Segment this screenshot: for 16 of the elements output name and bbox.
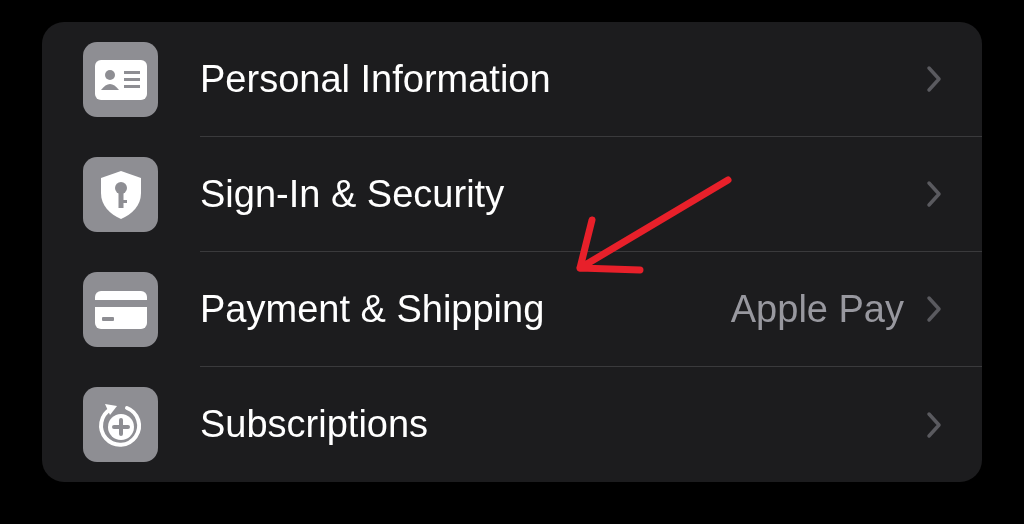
chevron-icon	[926, 295, 942, 323]
settings-row[interactable]: Personal Information	[42, 22, 982, 137]
chevron-icon	[926, 410, 942, 439]
settings-row[interactable]: Subscriptions	[42, 367, 982, 482]
row-label: Subscriptions	[200, 402, 429, 447]
row-label: Personal Information	[200, 56, 551, 102]
row-label: Sign-In & Security	[200, 171, 505, 217]
chevron-icon	[926, 65, 942, 93]
row-value: Apple Pay	[730, 286, 904, 332]
shield-key-icon	[100, 170, 141, 219]
credit-card-icon	[94, 290, 147, 329]
settings-row[interactable]: Payment & Shipping Apple Pay	[42, 252, 982, 367]
id-card-icon	[94, 59, 147, 100]
settings-row[interactable]: Sign-In & Security	[42, 137, 982, 252]
chevron-icon	[926, 180, 942, 208]
row-label: Payment & Shipping	[200, 286, 545, 332]
